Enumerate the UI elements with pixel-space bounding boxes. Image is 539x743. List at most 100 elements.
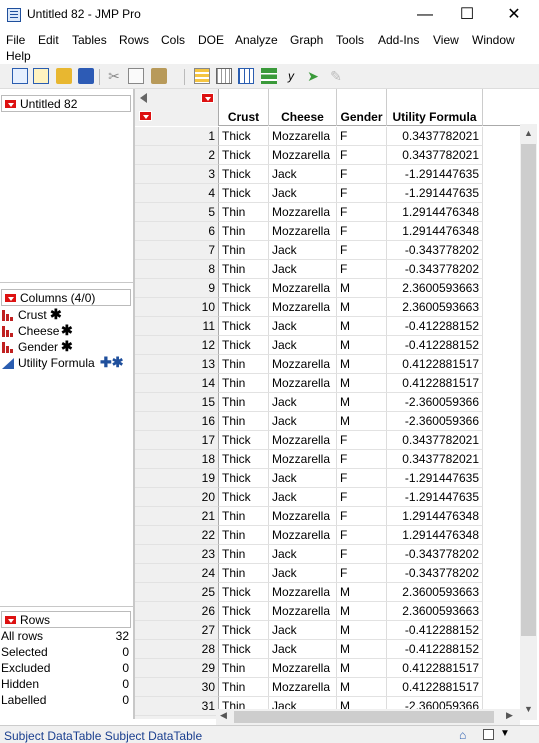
table-cell-gender[interactable]: M <box>337 355 387 374</box>
table-cell-utility-formula[interactable]: -0.412288152 <box>387 336 483 355</box>
table-cell-gender[interactable]: M <box>337 640 387 659</box>
table-cell-utility-formula[interactable]: -1.291447635 <box>387 488 483 507</box>
columns-panel-header[interactable]: Columns (4/0) <box>1 289 131 306</box>
table-row[interactable]: 5 Thin Mozzarella F 1.2914476348 <box>135 203 521 222</box>
table-cell-crust[interactable]: Thin <box>219 393 269 412</box>
table-cell-cheese[interactable]: Jack <box>269 260 337 279</box>
table-cell-crust[interactable]: Thin <box>219 241 269 260</box>
menu-window[interactable]: Window <box>472 32 515 48</box>
table-row[interactable]: 9 Thick Mozzarella M 2.3600593663 <box>135 279 521 298</box>
row-number[interactable]: 31 <box>135 697 219 716</box>
table-row[interactable]: 20 Thick Jack F -1.291447635 <box>135 488 521 507</box>
table-cell-cheese[interactable]: Mozzarella <box>269 279 337 298</box>
row-number[interactable]: 24 <box>135 564 219 583</box>
table-cell-gender[interactable]: M <box>337 602 387 621</box>
table-cell-gender[interactable]: F <box>337 431 387 450</box>
table-cell-cheese[interactable]: Mozzarella <box>269 146 337 165</box>
table-cell-gender[interactable]: M <box>337 393 387 412</box>
table-cell-gender[interactable]: M <box>337 317 387 336</box>
table-cell-crust[interactable]: Thin <box>219 374 269 393</box>
table-cell-gender[interactable]: F <box>337 526 387 545</box>
table-cell-cheese[interactable]: Mozzarella <box>269 583 337 602</box>
panel-divider[interactable] <box>0 282 133 283</box>
table-cell-crust[interactable]: Thick <box>219 469 269 488</box>
maximize-button[interactable]: ☐ <box>444 0 490 30</box>
table-cell-cheese[interactable]: Jack <box>269 317 337 336</box>
scroll-down-icon[interactable]: ▼ <box>524 704 533 714</box>
menu-tools[interactable]: Tools <box>336 32 364 48</box>
table-row[interactable]: 26 Thick Mozzarella M 2.3600593663 <box>135 602 521 621</box>
row-number[interactable]: 21 <box>135 507 219 526</box>
row-number[interactable]: 29 <box>135 659 219 678</box>
table-row[interactable]: 13 Thin Mozzarella M 0.4122881517 <box>135 355 521 374</box>
table-cell-utility-formula[interactable]: 1.2914476348 <box>387 507 483 526</box>
table-cell-crust[interactable]: Thin <box>219 260 269 279</box>
table-cell-gender[interactable]: M <box>337 621 387 640</box>
row-number[interactable]: 14 <box>135 374 219 393</box>
table-cell-cheese[interactable]: Mozzarella <box>269 602 337 621</box>
scroll-right-icon[interactable]: ▶ <box>506 710 513 721</box>
column-header-utility-formula[interactable]: Utility Formula <box>387 89 483 126</box>
table-cell-crust[interactable]: Thick <box>219 488 269 507</box>
row-number[interactable]: 26 <box>135 602 219 621</box>
table-row[interactable]: 18 Thick Mozzarella F 0.3437782021 <box>135 450 521 469</box>
table-cell-gender[interactable]: F <box>337 241 387 260</box>
table-cell-gender[interactable]: M <box>337 659 387 678</box>
table-cell-crust[interactable]: Thick <box>219 279 269 298</box>
table-cell-crust[interactable]: Thick <box>219 127 269 146</box>
row-number[interactable]: 30 <box>135 678 219 697</box>
table-cell-utility-formula[interactable]: -2.360059366 <box>387 412 483 431</box>
table-row[interactable]: 30 Thin Mozzarella M 0.4122881517 <box>135 678 521 697</box>
table-row[interactable]: 21 Thin Mozzarella F 1.2914476348 <box>135 507 521 526</box>
table-cell-utility-formula[interactable]: 0.3437782021 <box>387 146 483 165</box>
table-cell-crust[interactable]: Thick <box>219 298 269 317</box>
table-cell-crust[interactable]: Thin <box>219 203 269 222</box>
annotate-icon[interactable]: ✎ <box>328 68 344 84</box>
panel-divider[interactable] <box>0 606 133 607</box>
table-cell-utility-formula[interactable]: 2.3600593663 <box>387 583 483 602</box>
table-cell-crust[interactable]: Thick <box>219 317 269 336</box>
scroll-left-icon[interactable]: ◀ <box>220 710 227 721</box>
distribution-icon[interactable] <box>238 68 254 84</box>
table-cell-utility-formula[interactable]: 2.3600593663 <box>387 279 483 298</box>
table-cell-gender[interactable]: M <box>337 678 387 697</box>
table-cell-cheese[interactable]: Mozzarella <box>269 678 337 697</box>
row-number[interactable]: 13 <box>135 355 219 374</box>
table-cell-cheese[interactable]: Jack <box>269 545 337 564</box>
table-cell-gender[interactable]: M <box>337 279 387 298</box>
table-cell-cheese[interactable]: Mozzarella <box>269 526 337 545</box>
table-cell-utility-formula[interactable]: 2.3600593663 <box>387 602 483 621</box>
table-row[interactable]: 14 Thin Mozzarella M 0.4122881517 <box>135 374 521 393</box>
open-icon[interactable] <box>56 68 72 84</box>
menu-tables[interactable]: Tables <box>72 32 107 48</box>
table-cell-gender[interactable]: F <box>337 260 387 279</box>
table-cell-gender[interactable]: F <box>337 507 387 526</box>
table-cell-cheese[interactable]: Mozzarella <box>269 355 337 374</box>
table-row[interactable]: 28 Thick Jack M -0.412288152 <box>135 640 521 659</box>
table-cell-cheese[interactable]: Jack <box>269 469 337 488</box>
table-cell-utility-formula[interactable]: -0.412288152 <box>387 640 483 659</box>
window-list-dropdown-icon[interactable]: ▼ <box>500 728 510 739</box>
table-cell-cheese[interactable]: Jack <box>269 640 337 659</box>
red-triangle-menu-icon[interactable] <box>4 99 17 109</box>
table-cell-gender[interactable]: F <box>337 222 387 241</box>
table-cell-utility-formula[interactable]: 0.3437782021 <box>387 431 483 450</box>
table-cell-utility-formula[interactable]: 0.4122881517 <box>387 374 483 393</box>
scroll-up-icon[interactable]: ▲ <box>524 128 533 138</box>
row-number[interactable]: 32 <box>135 716 219 719</box>
menu-help[interactable]: Help <box>6 48 31 64</box>
table-row[interactable]: 16 Thin Jack M -2.360059366 <box>135 412 521 431</box>
table-cell-crust[interactable]: Thin <box>219 355 269 374</box>
collapse-left-icon[interactable] <box>140 93 147 103</box>
table-cell-gender[interactable]: M <box>337 583 387 602</box>
columns-red-triangle-icon[interactable] <box>201 93 214 103</box>
table-cell-cheese[interactable]: Jack <box>269 241 337 260</box>
table-cell-gender[interactable]: F <box>337 450 387 469</box>
row-number[interactable]: 1 <box>135 127 219 146</box>
table-cell-utility-formula[interactable]: -0.343778202 <box>387 564 483 583</box>
table-cell-utility-formula[interactable]: -1.291447635 <box>387 165 483 184</box>
table-cell-crust[interactable]: Thick <box>219 621 269 640</box>
table-cell-utility-formula[interactable]: -0.412288152 <box>387 317 483 336</box>
menu-rows[interactable]: Rows <box>119 32 149 48</box>
row-number[interactable]: 12 <box>135 336 219 355</box>
